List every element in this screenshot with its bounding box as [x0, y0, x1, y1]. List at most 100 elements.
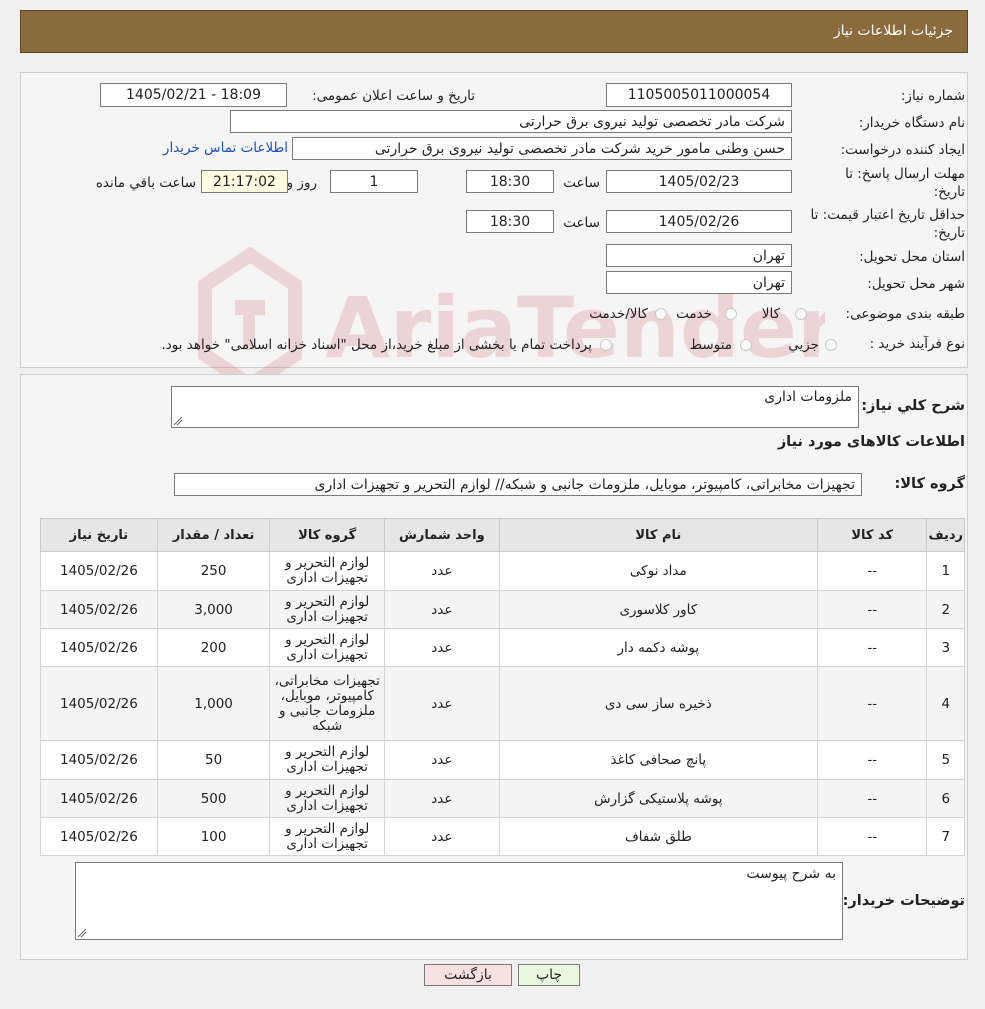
buyer-contact-link[interactable]: اطلاعات تماس خریدار: [163, 140, 288, 156]
col-item-code[interactable]: کد کالا: [816, 518, 928, 552]
cell-quantity: 3,000: [156, 590, 271, 629]
col-item-name[interactable]: نام کالا: [498, 518, 819, 552]
summary-text: ملزومات اداری: [764, 389, 852, 405]
need-number-field: 1105005011000054: [606, 83, 792, 107]
category-goods-label: کالا: [761, 306, 780, 322]
creator-field: حسن وطنی مامور خرید شرکت مادر تخصصی تولی…: [292, 137, 792, 160]
validity-time-label: ساعت: [563, 215, 600, 231]
page-title: جزئیات اطلاعات نیاز: [833, 23, 953, 39]
table-row[interactable]: 3 -- پوشه دکمه دار عدد لوازم التحریر و ت…: [40, 628, 965, 667]
cell-item-code: --: [816, 740, 928, 780]
purchase-minor-label: جزیي: [788, 337, 819, 353]
cell-item-group: تجهیزات مخابراتی، کامپیوتر، موبایل، ملزو…: [269, 666, 386, 741]
purchase-medium-radio[interactable]: [740, 339, 752, 351]
category-service-label: خدمت: [676, 306, 712, 322]
buyer-org-field: شرکت مادر تخصصی تولید نیروی برق حرارتی: [230, 110, 792, 133]
col-item-group[interactable]: گروه کالا: [269, 518, 386, 552]
table-row[interactable]: 7 -- طلق شفاف عدد لوازم التحریر و تجهیزا…: [40, 817, 965, 856]
validity-label: حداقل تاریخ اعتبار قیمت: تا: [810, 207, 965, 223]
category-service-radio[interactable]: [725, 308, 737, 320]
cell-row-number: 3: [926, 628, 965, 667]
category-goods-radio[interactable]: [795, 308, 807, 320]
cell-unit: عدد: [384, 628, 500, 667]
cell-need-date: 1405/02/26: [40, 628, 158, 667]
deadline-label: مهلت ارسال پاسخ: تا: [845, 166, 965, 182]
cell-need-date: 1405/02/26: [40, 590, 158, 629]
city-field: تهران: [606, 271, 792, 294]
buyer-notes-textarea[interactable]: به شرح پیوست: [75, 862, 843, 940]
table-row[interactable]: 2 -- کاور کلاسوری عدد لوازم التحریر و تج…: [40, 590, 965, 629]
col-need-date[interactable]: تاريخ نياز: [40, 518, 158, 552]
resize-grip-icon[interactable]: [77, 928, 87, 938]
cell-item-code: --: [816, 590, 928, 629]
col-row-number[interactable]: رديف: [926, 518, 965, 552]
page-header: جزئیات اطلاعات نیاز: [20, 10, 968, 53]
cell-unit: عدد: [384, 551, 500, 591]
cell-row-number: 4: [926, 666, 965, 741]
remaining-label: ساعت باقي مانده: [95, 175, 196, 191]
table-row[interactable]: 6 -- پوشه پلاستیکی گزارش عدد لوازم التحر…: [40, 779, 965, 818]
cell-unit: عدد: [384, 817, 500, 856]
validity-time-field: 18:30: [466, 210, 554, 233]
cell-item-code: --: [816, 551, 928, 591]
cell-unit: عدد: [384, 666, 500, 741]
deadline-time-label: ساعت: [563, 175, 600, 191]
table-header-row: رديف کد کالا نام کالا واحد شمارش گروه کا…: [40, 518, 965, 552]
buyer-notes-text: به شرح پیوست: [746, 866, 836, 882]
cell-item-code: --: [816, 817, 928, 856]
cell-quantity: 100: [156, 817, 271, 856]
category-label: طبقه بندی موضوعی:: [845, 306, 965, 322]
need-number-label: شماره نیاز:: [900, 88, 965, 104]
table-row[interactable]: 4 -- ذخیره ساز سی دی عدد تجهیزات مخابرات…: [40, 666, 965, 741]
cell-item-name: پوشه پلاستیکی گزارش: [498, 779, 819, 818]
announce-field: 1405/02/21 - 18:09: [100, 83, 287, 107]
buyer-org-label: نام دستگاه خریدار:: [858, 115, 965, 131]
cell-item-name: طلق شفاف: [498, 817, 819, 856]
province-field: تهران: [606, 244, 792, 267]
cell-quantity: 500: [156, 779, 271, 818]
table-row[interactable]: 1 -- مداد نوکی عدد لوازم التحریر و تجهیز…: [40, 551, 965, 591]
resize-grip-icon[interactable]: [173, 416, 183, 426]
buyer-notes-label: توضیحات خریدار:: [842, 893, 965, 909]
back-button[interactable]: بازگشت: [424, 964, 512, 986]
category-both-label: کالا/خدمت: [589, 306, 648, 322]
cell-need-date: 1405/02/26: [40, 666, 158, 741]
cell-need-date: 1405/02/26: [40, 551, 158, 591]
cell-unit: عدد: [384, 779, 500, 818]
items-table: رديف کد کالا نام کالا واحد شمارش گروه کا…: [40, 518, 965, 856]
remaining-time-field: 21:17:02: [201, 170, 288, 193]
cell-row-number: 7: [926, 817, 965, 856]
cell-item-code: --: [816, 628, 928, 667]
cell-need-date: 1405/02/26: [40, 817, 158, 856]
summary-textarea[interactable]: ملزومات اداری: [171, 386, 859, 428]
purchase-minor-radio[interactable]: [825, 339, 837, 351]
cell-item-code: --: [816, 666, 928, 741]
goods-group-label: گروه کالا:: [894, 476, 965, 492]
purchase-medium-label: متوسط: [689, 337, 732, 353]
category-both-radio[interactable]: [655, 308, 667, 320]
purchase-type-label: نوع فرآیند خرید :: [869, 336, 965, 352]
cell-item-group: لوازم التحریر و تجهیزات اداری: [269, 817, 386, 856]
cell-item-name: پانچ صحافی کاغذ: [498, 740, 819, 780]
cell-need-date: 1405/02/26: [40, 779, 158, 818]
col-quantity[interactable]: تعداد / مقدار: [156, 518, 271, 552]
table-row[interactable]: 5 -- پانچ صحافی کاغذ عدد لوازم التحریر و…: [40, 740, 965, 780]
creator-label: ایجاد کننده درخواست:: [840, 142, 965, 158]
purchase-note: پرداخت تمام یا بخشی از مبلغ خرید،از محل …: [161, 337, 592, 353]
deadline-date-field: 1405/02/23: [606, 170, 792, 193]
purchase-treasury-checkbox[interactable]: [600, 339, 612, 351]
deadline-label-date: تاریخ:: [933, 184, 965, 200]
announce-label: تاریخ و ساعت اعلان عمومی:: [312, 88, 475, 104]
deadline-time-field: 18:30: [466, 170, 554, 193]
cell-row-number: 2: [926, 590, 965, 629]
cell-row-number: 5: [926, 740, 965, 780]
cell-item-code: --: [816, 779, 928, 818]
col-unit[interactable]: واحد شمارش: [384, 518, 500, 552]
cell-item-name: ذخیره ساز سی دی: [498, 666, 819, 741]
cell-row-number: 1: [926, 551, 965, 591]
validity-date-field: 1405/02/26: [606, 210, 792, 233]
cell-quantity: 1,000: [156, 666, 271, 741]
print-button[interactable]: چاپ: [518, 964, 580, 986]
cell-unit: عدد: [384, 740, 500, 780]
goods-section-title: اطلاعات کالاهای مورد نياز: [777, 434, 965, 450]
